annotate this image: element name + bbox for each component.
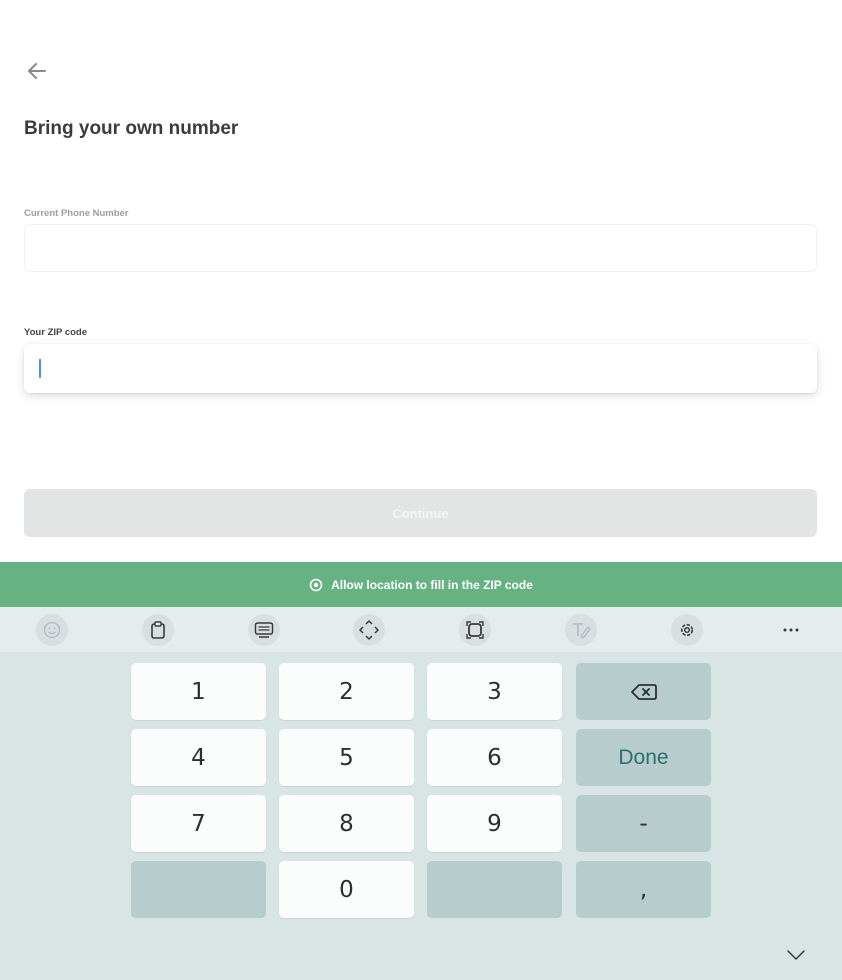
clipboard-icon [151,621,165,639]
clipboard-button[interactable] [142,614,174,646]
backspace-icon [630,683,657,700]
one-handed-mode-button[interactable] [459,614,491,646]
handwriting-button[interactable] [565,614,597,646]
allow-location-banner[interactable]: Allow location to fill in the ZIP code [0,562,842,607]
one-handed-mode-icon [466,621,484,639]
text-cursor [39,359,41,378]
key-7[interactable]: 7 [131,795,266,852]
emoji-button[interactable] [36,614,68,646]
key-6[interactable]: 6 [427,729,562,786]
arrow-left-icon [28,63,46,79]
blank-key-right [427,861,562,918]
key-4[interactable]: 4 [131,729,266,786]
phone-number-label: Current Phone Number [24,208,129,219]
back-button[interactable] [22,56,52,86]
location-target-icon [309,578,323,591]
more-options-button[interactable] [775,614,807,646]
key-2[interactable]: 2 [279,663,414,720]
key-5[interactable]: 5 [279,729,414,786]
done-key[interactable]: Done [576,729,711,786]
zip-code-input[interactable] [38,356,802,382]
backspace-key[interactable] [576,663,711,720]
numeric-keyboard: 1 2 3 4 5 6 Done 7 8 9 - 0 , [0,652,842,980]
dash-key[interactable]: - [576,795,711,852]
keyboard-layout-icon [254,622,274,638]
cursor-move-button[interactable] [353,614,385,646]
keyboard-toolbar [0,607,842,652]
keyboard-layout-button[interactable] [248,614,280,646]
continue-button[interactable]: Continue [24,489,817,537]
page-title: Bring your own number [24,118,239,139]
key-9[interactable]: 9 [427,795,562,852]
phone-number-field[interactable] [24,224,817,272]
hide-keyboard-button[interactable] [784,945,808,965]
allow-location-text: Allow location to fill in the ZIP code [331,577,533,592]
more-options-icon [783,628,799,632]
blank-key-left [131,861,266,918]
zip-code-label: Your ZIP code [24,327,87,338]
comma-key[interactable]: , [576,861,711,918]
settings-gear-icon [680,623,694,637]
key-8[interactable]: 8 [279,795,414,852]
handwriting-icon [573,623,591,639]
zip-code-field[interactable] [24,344,817,393]
key-1[interactable]: 1 [131,663,266,720]
key-3[interactable]: 3 [427,663,562,720]
emoji-icon [43,621,61,639]
key-0[interactable]: 0 [279,861,414,918]
chevron-down-icon [787,950,805,960]
cursor-move-icon [359,620,379,640]
settings-button[interactable] [671,614,703,646]
